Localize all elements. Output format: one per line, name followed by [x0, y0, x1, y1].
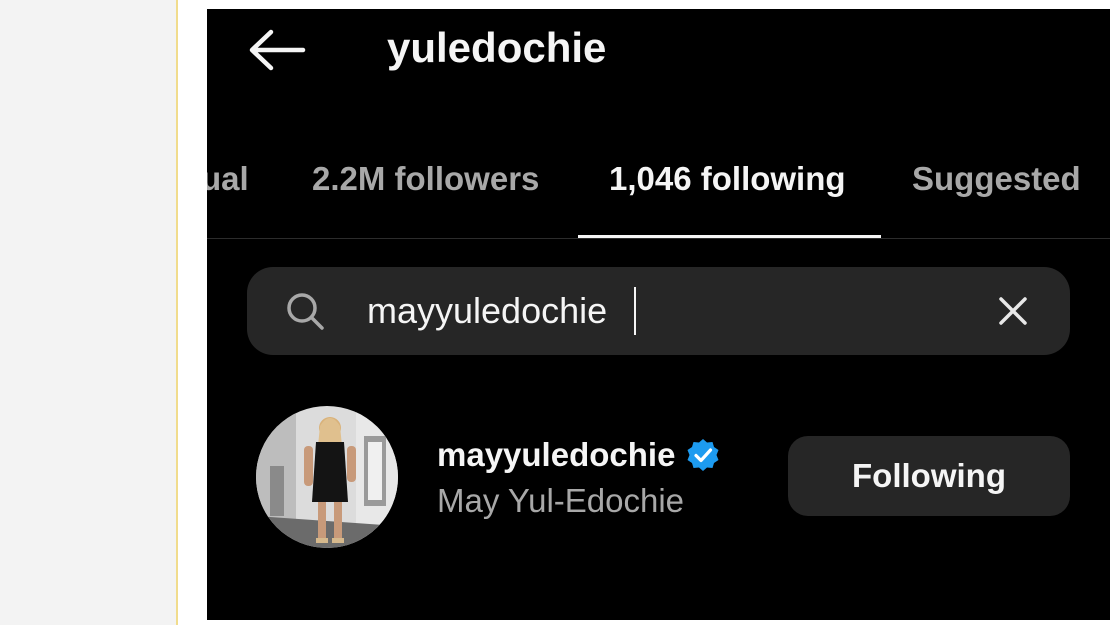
page-title: yuledochie: [387, 24, 607, 71]
tab-divider: [207, 238, 1110, 239]
tab-following[interactable]: 1,046 following: [609, 159, 846, 199]
result-username[interactable]: mayyuledochie: [437, 435, 675, 475]
text-caret: [634, 287, 636, 335]
tab-followers[interactable]: 2.2M followers: [312, 159, 539, 199]
tab-suggested[interactable]: Suggested: [912, 159, 1081, 199]
verified-badge-icon: [687, 439, 719, 471]
tab-mutual[interactable]: ual: [207, 159, 249, 199]
search-input[interactable]: [367, 284, 967, 338]
close-icon[interactable]: [991, 289, 1035, 333]
arrow-left-icon: [249, 29, 306, 71]
result-username-row[interactable]: mayyuledochie: [437, 435, 721, 475]
page: yuledochie ual 2.2M followers 1,046 foll…: [0, 0, 1120, 625]
avatar[interactable]: [256, 406, 398, 548]
app-screen: yuledochie ual 2.2M followers 1,046 foll…: [207, 9, 1110, 620]
left-margin-rule: [176, 0, 178, 625]
following-button[interactable]: Following: [788, 436, 1070, 516]
search-icon: [287, 293, 324, 330]
search-bar[interactable]: [247, 267, 1070, 355]
left-margin-panel: [0, 0, 176, 625]
back-button[interactable]: [245, 25, 309, 75]
result-full-name: May Yul-Edochie: [437, 482, 685, 519]
avatar-photo: [256, 406, 398, 548]
